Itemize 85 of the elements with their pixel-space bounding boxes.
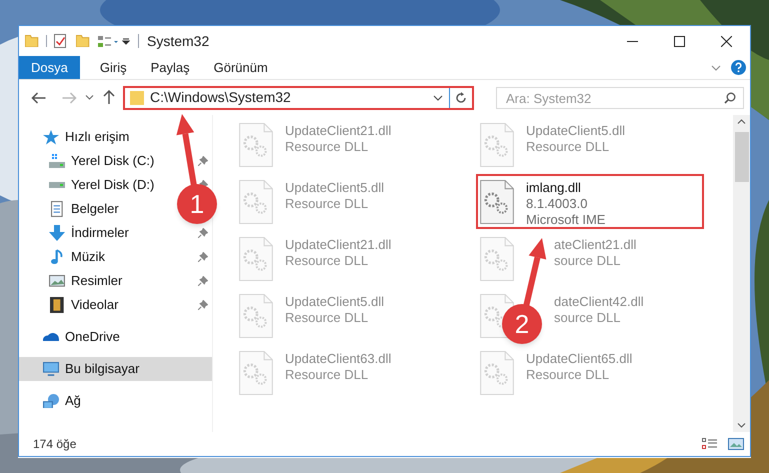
file-name: UpdateClient5.dll xyxy=(285,294,384,310)
document-icon xyxy=(51,201,63,217)
file-detail: Resource DLL xyxy=(285,196,370,212)
address-path: C:\Windows\System32 xyxy=(150,88,291,107)
ribbon-tab[interactable]: Görünüm xyxy=(202,56,280,79)
file-name: imlang.dll xyxy=(526,180,582,196)
gear-file-icon xyxy=(480,123,514,167)
new-folder-icon xyxy=(76,35,90,47)
network-icon xyxy=(43,394,59,408)
sidebar-item[interactable]: Yerel Disk (C:) xyxy=(49,151,154,171)
file-detail: source DLL xyxy=(554,253,622,269)
sidebar-item[interactable]: Bu bilgisayar xyxy=(43,359,140,379)
gear-file-icon xyxy=(239,180,273,224)
download-arrow-icon xyxy=(49,225,65,241)
ribbon-tab[interactable]: Paylaş xyxy=(138,56,202,79)
drive-icon xyxy=(49,154,65,168)
sidebar-item[interactable]: Müzik xyxy=(49,247,105,267)
callout-arrow xyxy=(523,238,546,307)
gear-file-icon xyxy=(480,351,514,395)
ribbon-tab[interactable]: Dosya xyxy=(19,56,80,79)
file-name: UpdateClient5.dll xyxy=(285,180,384,196)
file-name: dateClient42.dll xyxy=(554,294,644,310)
file-detail: Resource DLL xyxy=(285,367,370,383)
maximize-icon[interactable] xyxy=(674,36,685,46)
file-detail: Resource DLL xyxy=(285,139,370,155)
properties-icon xyxy=(54,34,66,48)
minimize-icon[interactable] xyxy=(627,40,638,42)
address-bar[interactable]: C:\Windows\System32 xyxy=(123,86,474,110)
gear-file-icon xyxy=(480,180,514,224)
sidebar-item[interactable]: Hızlı erişim xyxy=(43,127,130,147)
cloud-icon xyxy=(43,332,59,342)
gear-file-icon xyxy=(239,237,273,281)
chevron-down-icon[interactable] xyxy=(711,64,721,70)
folder-icon xyxy=(130,90,144,104)
up-icon[interactable] xyxy=(103,90,115,105)
file-name: UpdateClient5.dll xyxy=(526,123,626,139)
recent-locations-icon[interactable] xyxy=(85,95,94,100)
scroll-down-icon[interactable] xyxy=(737,423,746,428)
customize-toolbar-icon[interactable] xyxy=(122,38,130,44)
sidebar-item[interactable]: İndirmeler xyxy=(49,223,129,243)
monitor-icon xyxy=(43,362,59,376)
file-detail: source DLL xyxy=(554,310,622,326)
sidebar-item[interactable]: Yerel Disk (D:) xyxy=(49,175,154,195)
folder-icon xyxy=(25,35,39,47)
gear-file-icon xyxy=(239,351,273,395)
back-icon[interactable] xyxy=(31,92,47,104)
sidebar-item[interactable]: Ağ xyxy=(43,391,81,411)
file-detail: Microsoft IME xyxy=(526,212,606,228)
sidebar-item[interactable]: Videolar xyxy=(49,295,118,315)
gear-file-icon xyxy=(239,123,273,167)
film-icon xyxy=(50,297,64,313)
file-name: UpdateClient65.dll xyxy=(526,351,632,367)
drive-icon xyxy=(49,182,65,188)
help-icon[interactable] xyxy=(731,60,746,75)
sidebar-item[interactable]: OneDrive xyxy=(43,327,120,347)
large-icons-view-icon[interactable] xyxy=(728,438,744,450)
item-count: 174 öğe xyxy=(33,436,76,453)
view-options-icon[interactable] xyxy=(98,36,118,46)
vertical-scrollbar[interactable] xyxy=(733,115,750,432)
details-view-icon[interactable] xyxy=(702,438,718,450)
sidebar-item[interactable]: Belgeler xyxy=(49,199,119,219)
gear-file-icon xyxy=(239,294,273,338)
refresh-icon[interactable] xyxy=(455,91,467,104)
image-icon xyxy=(49,275,65,287)
file-detail: Resource DLL xyxy=(526,139,610,155)
file-detail: 8.1.4003.0 xyxy=(526,196,588,212)
file-detail: Resource DLL xyxy=(526,367,610,383)
ribbon-tab[interactable]: Giriş xyxy=(88,56,139,79)
search-field[interactable]: Ara: System32 xyxy=(496,87,744,109)
close-icon[interactable] xyxy=(721,36,732,46)
scrollbar-thumb[interactable] xyxy=(734,132,748,182)
file-name: UpdateClient21.dll xyxy=(285,237,392,253)
window-title: System32 xyxy=(147,32,210,51)
file-name: UpdateClient21.dll xyxy=(285,123,392,139)
star-icon xyxy=(43,130,59,144)
dropdown-icon[interactable] xyxy=(433,94,443,100)
file-detail: Resource DLL xyxy=(285,310,370,326)
file-name: UpdateClient63.dll xyxy=(285,351,392,367)
search-icon[interactable] xyxy=(724,92,736,104)
gear-file-icon xyxy=(480,237,514,281)
scroll-up-icon[interactable] xyxy=(737,119,746,124)
file-name: ateClient21.dll xyxy=(554,237,636,253)
sidebar-item[interactable]: Resimler xyxy=(49,271,122,291)
file-detail: Resource DLL xyxy=(285,253,370,269)
music-note-icon xyxy=(51,249,63,265)
